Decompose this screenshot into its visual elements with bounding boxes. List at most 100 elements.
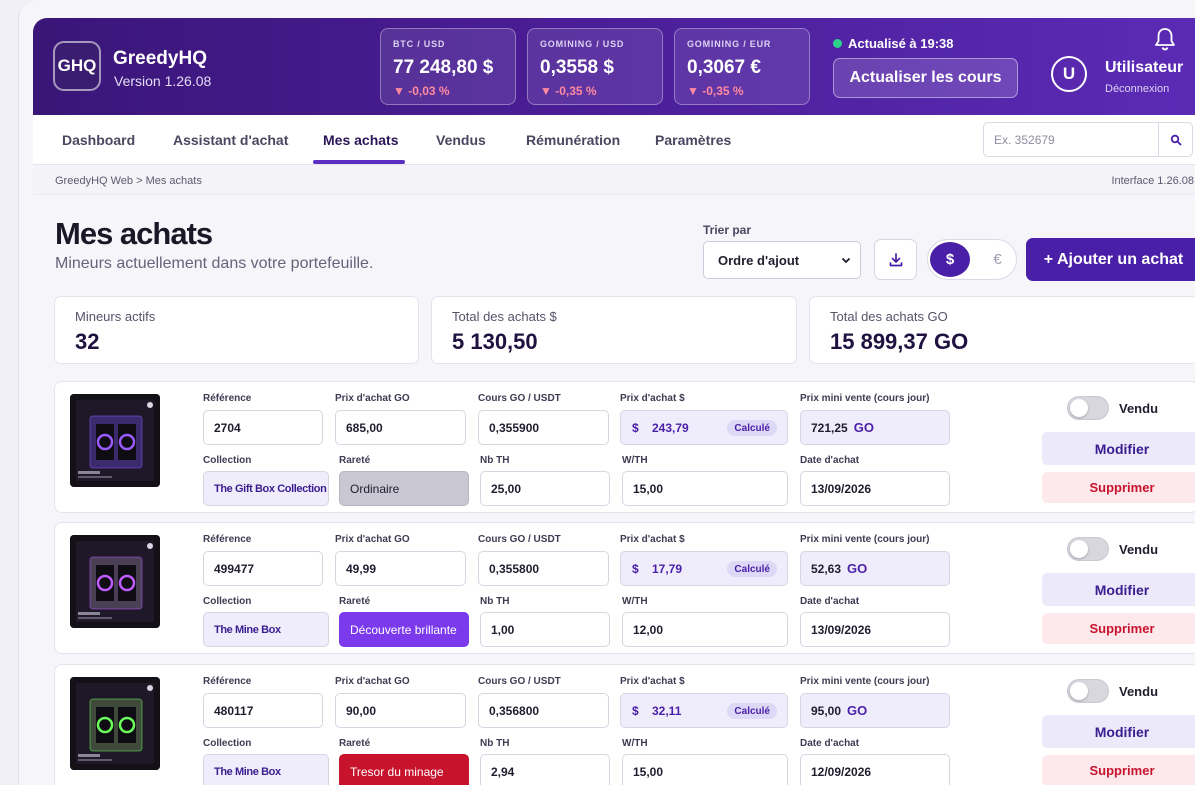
tab-mes-achats[interactable]: Mes achats	[323, 132, 398, 148]
th-field[interactable]: 1,00	[480, 612, 610, 647]
user-name: Utilisateur	[1105, 59, 1184, 76]
stat-active-miners: Mineurs actifs 32	[54, 296, 419, 364]
reference-field[interactable]: 2704	[203, 410, 323, 445]
reference-label: Référence	[203, 393, 252, 404]
collection-field[interactable]: The Mine Box	[203, 612, 329, 647]
price-go-field[interactable]: 685,00	[335, 410, 466, 445]
stat-label: Total des achats $	[452, 309, 557, 324]
page-title: Mes achats	[55, 216, 213, 251]
stat-label: Mineurs actifs	[75, 309, 156, 324]
price-usd-label: Prix d'achat $	[620, 393, 685, 404]
reference-field[interactable]: 480117	[203, 693, 323, 728]
rate-label: Cours GO / USDT	[478, 393, 561, 404]
date-field[interactable]: 13/09/2026	[800, 471, 950, 506]
tab-dashboard[interactable]: Dashboard	[62, 132, 135, 148]
wth-label: W/TH	[622, 455, 648, 466]
th-label: Nb TH	[480, 738, 510, 749]
avatar[interactable]: U	[1051, 56, 1087, 92]
delete-button[interactable]: Supprimer	[1042, 755, 1195, 785]
th-field[interactable]: 25,00	[480, 471, 610, 506]
min-sale-field: 721,25 GO	[800, 410, 950, 445]
date-label: Date d'achat	[800, 596, 860, 607]
download-button[interactable]	[874, 239, 917, 280]
purchase-card: Référence 2704 Prix d'achat GO 685,00 Cours …	[54, 381, 1195, 513]
sold-toggle[interactable]	[1067, 537, 1109, 561]
sold-label: Vendu	[1119, 684, 1159, 699]
ticker-gomining-usd: GOMINING / USD 0,3558 $ ▼ -0,35 %	[527, 28, 663, 105]
sold-toggle[interactable]	[1067, 396, 1109, 420]
min-sale-value: 721,25	[811, 420, 848, 435]
collection-field[interactable]: The Gift Box Collection	[203, 471, 329, 506]
app-window: GHQ GreedyHQ Version 1.26.08 BTC / USD 7…	[18, 0, 1195, 785]
tab-assistant[interactable]: Assistant d'achat	[173, 132, 288, 148]
toggle-knob	[1070, 682, 1088, 700]
collection-field[interactable]: The Mine Box	[203, 754, 329, 785]
bell-icon[interactable]	[1153, 26, 1177, 52]
breadcrumb: GreedyHQ Web > Mes achats	[55, 175, 202, 187]
date-field[interactable]: 12/09/2026	[800, 754, 950, 785]
ticker-change: ▼ -0,35 %	[687, 84, 744, 98]
wth-field[interactable]: 15,00	[622, 471, 788, 506]
price-go-label: Prix d'achat GO	[335, 676, 410, 687]
logout-link[interactable]: Déconnexion	[1105, 83, 1169, 95]
date-label: Date d'achat	[800, 738, 860, 749]
rarity-label: Rareté	[339, 596, 371, 607]
sort-select[interactable]: Ordre d'ajout	[703, 241, 861, 279]
reference-field[interactable]: 499477	[203, 551, 323, 586]
go-unit: GO	[847, 703, 868, 718]
rate-field[interactable]: 0,356800	[478, 693, 609, 728]
sold-toggle[interactable]	[1067, 679, 1109, 703]
search-icon[interactable]	[1158, 123, 1192, 156]
wth-label: W/TH	[622, 596, 648, 607]
top-header: GHQ GreedyHQ Version 1.26.08 BTC / USD 7…	[33, 18, 1195, 115]
reference-label: Référence	[203, 676, 252, 687]
rarity-label: Rareté	[339, 455, 371, 466]
ticker-label: GOMINING / EUR	[687, 39, 772, 49]
search-input[interactable]	[984, 123, 1154, 156]
th-field[interactable]: 2,94	[480, 754, 610, 785]
price-usd-label: Prix d'achat $	[620, 676, 685, 687]
rarity-select[interactable]: Tresor du minage	[339, 754, 469, 785]
add-purchase-button[interactable]: + Ajouter un achat	[1026, 238, 1195, 281]
edit-button[interactable]: Modifier	[1042, 715, 1195, 748]
rate-field[interactable]: 0,355800	[478, 551, 609, 586]
currency-toggle: $ €	[927, 239, 1017, 280]
wth-field[interactable]: 15,00	[622, 754, 788, 785]
refresh-rates-button[interactable]: Actualiser les cours	[833, 58, 1018, 98]
price-usd-field: $243,79 Calculé	[620, 410, 788, 445]
reference-label: Référence	[203, 534, 252, 545]
rarity-select[interactable]: Découverte brillante	[339, 612, 469, 647]
stat-value: 15 899,37 GO	[830, 329, 969, 354]
search-box	[983, 122, 1193, 157]
price-go-field[interactable]: 49,99	[335, 551, 466, 586]
stat-label: Total des achats GO	[830, 309, 948, 324]
sold-label: Vendu	[1119, 542, 1159, 557]
update-status-text: Actualisé à 19:38	[848, 36, 954, 51]
app-logo: GHQ	[53, 41, 101, 91]
th-label: Nb TH	[480, 455, 510, 466]
rate-field[interactable]: 0,355900	[478, 410, 609, 445]
toggle-knob	[1070, 540, 1088, 558]
edit-button[interactable]: Modifier	[1042, 573, 1195, 606]
computed-badge: Calculé	[727, 420, 777, 436]
edit-button[interactable]: Modifier	[1042, 432, 1195, 465]
delete-button[interactable]: Supprimer	[1042, 613, 1195, 644]
currency-eur-button[interactable]: €	[980, 242, 1015, 277]
tab-vendus[interactable]: Vendus	[436, 132, 486, 148]
price-usd-value: 243,79	[652, 420, 689, 435]
price-go-field[interactable]: 90,00	[335, 693, 466, 728]
currency-usd-button[interactable]: $	[930, 242, 970, 277]
rarity-select[interactable]: Ordinaire	[339, 471, 469, 506]
tab-parametres[interactable]: Paramètres	[655, 132, 731, 148]
ticker-value: 0,3558 $	[540, 57, 614, 78]
chevron-down-icon	[841, 257, 851, 264]
date-field[interactable]: 13/09/2026	[800, 612, 950, 647]
purchase-card: Référence 499477 Prix d'achat GO 49,99 Cours…	[54, 522, 1195, 654]
breadcrumb-bar: GreedyHQ Web > Mes achats Interface 1.26…	[33, 165, 1195, 195]
delete-button[interactable]: Supprimer	[1042, 472, 1195, 503]
tab-remuneration[interactable]: Rémunération	[526, 132, 620, 148]
wth-field[interactable]: 12,00	[622, 612, 788, 647]
price-usd-value: 32,11	[652, 703, 682, 718]
ticker-change: ▼ -0,03 %	[393, 84, 450, 98]
computed-badge: Calculé	[727, 561, 777, 577]
